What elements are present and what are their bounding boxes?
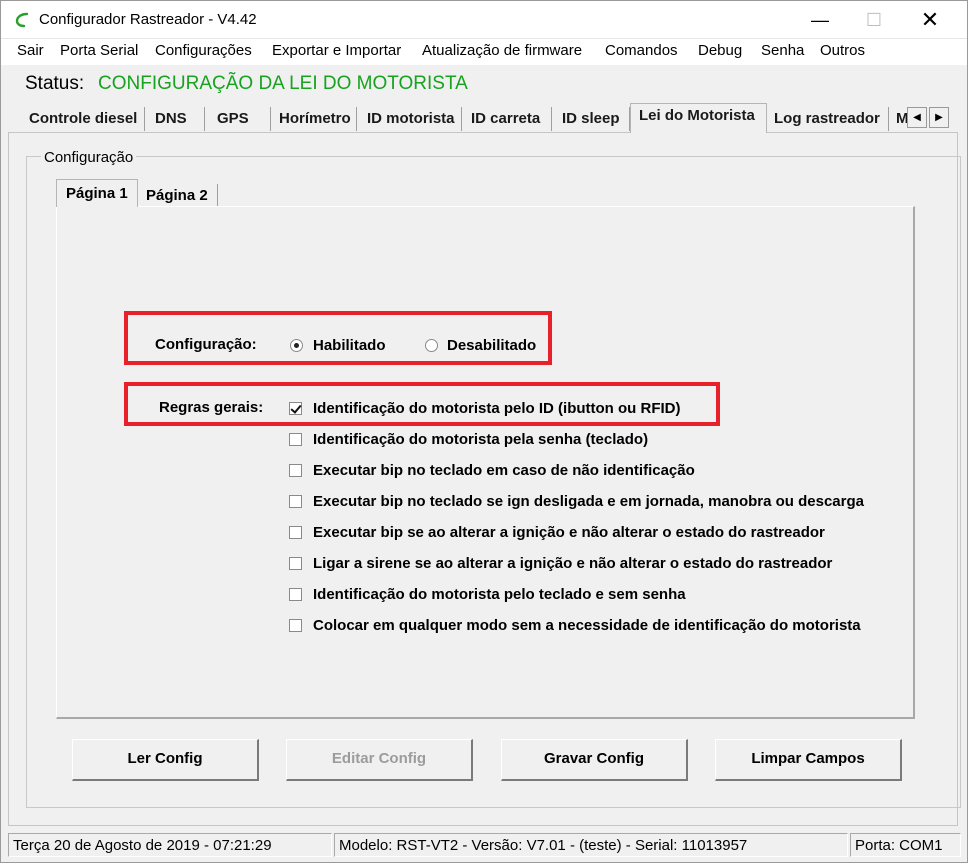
subtab-label: Página 2 <box>146 187 208 204</box>
limpar-campos-button[interactable]: Limpar Campos <box>715 739 902 781</box>
checkbox-sem-identificacao[interactable] <box>289 619 302 632</box>
status-label: Status: <box>25 73 85 94</box>
config-label: Configuração: <box>155 336 257 353</box>
radio-desabilitado[interactable] <box>425 339 438 352</box>
tab-label: ID sleep <box>562 110 620 127</box>
menu-atualizacao-firmware[interactable]: Atualização de firmware <box>422 42 582 59</box>
checkbox-bip-alterar-ignicao[interactable] <box>289 526 302 539</box>
tab-gps[interactable]: GPS <box>207 107 271 131</box>
menu-outros[interactable]: Outros <box>820 42 865 59</box>
checkbox-bip-ign-desligada[interactable] <box>289 495 302 508</box>
tab-label: ID motorista <box>367 110 455 127</box>
gravar-config-button[interactable]: Gravar Config <box>501 739 688 781</box>
tab-id-sleep[interactable]: ID sleep <box>554 107 630 131</box>
checkbox-label[interactable]: Executar bip se ao alterar a ignição e n… <box>313 524 825 541</box>
tab-scroll-left-icon[interactable]: ◀ <box>907 107 927 128</box>
tab-id-motorista[interactable]: ID motorista <box>359 107 462 131</box>
statusbar-datetime: Terça 20 de Agosto de 2019 - 07:21:29 <box>8 833 332 857</box>
menu-exportar-importar[interactable]: Exportar e Importar <box>272 42 401 59</box>
title-bar[interactable]: Configurador Rastreador - V4.42 — ☐ ✕ <box>1 1 967 39</box>
checkbox-teclado-sem-senha[interactable] <box>289 588 302 601</box>
checkbox-senha-teclado[interactable] <box>289 433 302 446</box>
groupbox-title: Configuração <box>41 149 137 166</box>
menu-configuracoes[interactable]: Configurações <box>155 42 252 59</box>
tab-label: GPS <box>217 110 249 127</box>
menu-porta-serial[interactable]: Porta Serial <box>60 42 138 59</box>
checkbox-bip-nao-identificacao[interactable] <box>289 464 302 477</box>
tab-lei-do-motorista[interactable]: Lei do Motorista <box>630 103 767 133</box>
menu-debug[interactable]: Debug <box>698 42 742 59</box>
status-bar: Terça 20 de Agosto de 2019 - 07:21:29 Mo… <box>8 833 961 857</box>
tab-id-carreta[interactable]: ID carreta <box>464 107 552 131</box>
app-logo-icon <box>15 12 29 28</box>
ler-config-button[interactable]: Ler Config <box>72 739 259 781</box>
tab-log-rastreador[interactable]: Log rastreador <box>767 107 889 131</box>
editar-config-button[interactable]: Editar Config <box>286 739 473 781</box>
close-button[interactable]: ✕ <box>907 1 953 39</box>
checkbox-label[interactable]: Identificação do motorista pela senha (t… <box>313 431 648 448</box>
menu-comandos[interactable]: Comandos <box>605 42 678 59</box>
checkbox-label[interactable]: Executar bip no teclado se ign desligada… <box>313 493 864 510</box>
checkbox-label[interactable]: Colocar em qualquer modo sem a necessida… <box>313 617 861 634</box>
radio-desabilitado-label[interactable]: Desabilitado <box>447 337 536 354</box>
subtab-label: Página 1 <box>66 185 128 202</box>
menu-sair[interactable]: Sair <box>17 42 44 59</box>
app-window: Configurador Rastreador - V4.42 — ☐ ✕ Sa… <box>0 0 968 863</box>
statusbar-device-info: Modelo: RST-VT2 - Versão: V7.01 - (teste… <box>334 833 848 857</box>
checkbox-label[interactable]: Ligar a sirene se ao alterar a ignição e… <box>313 555 832 572</box>
radio-habilitado[interactable] <box>290 339 303 352</box>
tab-dns[interactable]: DNS <box>147 107 205 131</box>
checkbox-label[interactable]: Executar bip no teclado em caso de não i… <box>313 462 695 479</box>
tab-horimetro[interactable]: Horímetro <box>273 107 357 131</box>
checkbox-label[interactable]: Identificação do motorista pelo ID (ibut… <box>313 400 681 417</box>
window-title: Configurador Rastreador - V4.42 <box>39 11 257 28</box>
rules-label: Regras gerais: <box>159 399 264 416</box>
checkbox-label[interactable]: Identificação do motorista pelo teclado … <box>313 586 686 603</box>
radio-habilitado-label[interactable]: Habilitado <box>313 337 386 354</box>
menu-bar: Sair Porta Serial Configurações Exportar… <box>1 39 967 65</box>
subtab-pagina-1[interactable]: Página 1 <box>56 179 138 207</box>
menu-senha[interactable]: Senha <box>761 42 804 59</box>
tab-label: Horímetro <box>279 110 351 127</box>
tab-label: DNS <box>155 110 187 127</box>
tab-controle-diesel[interactable]: Controle diesel <box>23 107 145 131</box>
tab-label: Lei do Motorista <box>639 107 755 124</box>
tab-label: ID carreta <box>471 110 541 127</box>
subtab-pagina-2[interactable]: Página 2 <box>140 184 218 206</box>
minimize-button[interactable]: — <box>797 1 843 39</box>
tab-label: Controle diesel <box>29 110 138 127</box>
tab-scroll-right-icon[interactable]: ▶ <box>929 107 949 128</box>
checkbox-sirene-ignicao[interactable] <box>289 557 302 570</box>
maximize-button[interactable]: ☐ <box>851 1 897 39</box>
checkbox-id-ibutton-rfid[interactable] <box>289 402 302 415</box>
statusbar-port: Porta: COM1 <box>850 833 961 857</box>
status-value: CONFIGURAÇÃO DA LEI DO MOTORISTA <box>98 73 468 94</box>
tab-label: Log rastreador <box>774 110 880 127</box>
